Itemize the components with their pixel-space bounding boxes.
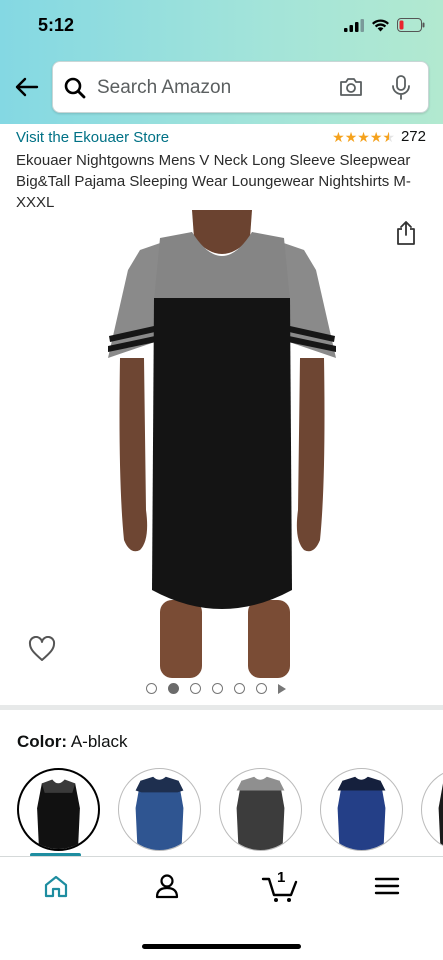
swatch-image [236,776,285,850]
pagination-dot-active[interactable] [168,683,179,694]
wifi-icon [372,19,389,32]
rating-stars: ★ ★ ★ ★ ★ [332,129,395,145]
color-swatch-selected[interactable] [17,768,100,851]
tab-menu[interactable] [367,866,407,906]
person-icon [155,874,179,899]
color-swatches [17,768,443,852]
selected-color: A-black [70,732,128,751]
color-selection-label: Color: A-black [17,732,128,752]
product-rating[interactable]: ★ ★ ★ ★ ★ 272 [332,128,426,145]
color-swatch[interactable] [320,768,403,851]
home-indicator [142,944,301,949]
tab-home[interactable] [36,866,76,906]
color-label: Color: [17,732,68,751]
heart-icon[interactable] [28,636,56,662]
pagination-dot[interactable] [146,683,157,694]
store-link[interactable]: Visit the Ekouaer Store [16,129,169,146]
swatch-image [438,783,443,850]
home-icon [44,875,68,898]
camera-icon[interactable] [338,75,364,99]
color-swatch[interactable] [421,768,443,851]
tab-bar-border [0,856,443,857]
search-input[interactable] [97,75,327,101]
star-icon: ★ [332,128,345,145]
back-button[interactable] [12,72,42,102]
microphone-icon[interactable] [390,74,412,102]
signal-icon [344,18,364,32]
status-time: 5:12 [38,15,75,35]
swatch-image [135,776,184,850]
tab-cart[interactable]: 1 [256,866,304,906]
tab-account[interactable] [147,866,187,906]
star-icon: ★ [344,128,358,145]
half-star-icon: ★ [382,128,395,145]
share-icon[interactable] [394,220,418,246]
swatch-image [37,779,80,849]
pagination-dot[interactable] [234,683,245,694]
rating-count: 272 [400,128,426,145]
star-icon: ★ [369,128,383,145]
cart-count-badge: 1 [277,869,286,886]
product-image[interactable] [100,210,344,678]
status-icons [344,18,425,32]
video-play-icon[interactable] [278,683,286,694]
section-divider [0,705,443,710]
search-bar[interactable] [52,61,429,113]
battery-icon [397,18,425,32]
top-header: 5:12 [0,0,443,124]
hamburger-menu-icon [374,877,400,895]
product-title: Ekouaer Nightgowns Mens V Neck Long Slee… [16,152,411,211]
pagination-dot[interactable] [212,683,223,694]
pagination-dot[interactable] [190,683,201,694]
search-icon [64,77,86,99]
color-swatch[interactable] [118,768,201,851]
star-icon: ★ [357,128,370,145]
pagination-dot[interactable] [256,683,267,694]
color-swatch[interactable] [219,768,302,851]
back-arrow-icon [15,77,39,97]
image-pagination [146,683,286,694]
swatch-image [337,776,386,850]
